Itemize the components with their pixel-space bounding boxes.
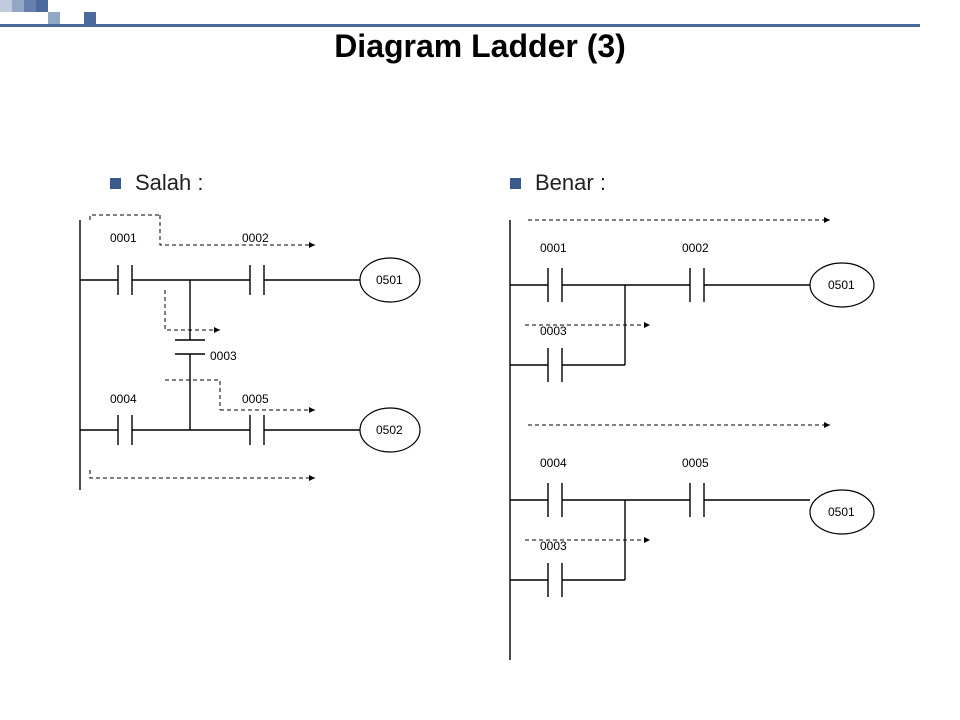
heading-benar: Benar :	[510, 170, 606, 196]
label-0502: 0502	[376, 423, 403, 437]
label-0501: 0501	[376, 273, 403, 287]
diagram-salah: 0001 0002 0501 0004 0005 0502	[60, 210, 460, 530]
label-r-0001: 0001	[540, 241, 567, 255]
diagram-benar: 0001 0002 0501 0003 0004 0005 0501	[490, 200, 910, 670]
label-r-0005: 0005	[682, 456, 709, 470]
heading-salah-text: Salah :	[135, 170, 204, 196]
bullet-icon	[510, 178, 521, 189]
label-0004: 0004	[110, 392, 137, 406]
heading-salah: Salah :	[110, 170, 204, 196]
label-r-0002: 0002	[682, 241, 709, 255]
bridge-0003: 0003	[175, 280, 237, 430]
rung-2: 0004 0005 0502	[80, 392, 420, 452]
rung-1: 0001 0002 0501	[80, 231, 420, 302]
bullet-icon	[110, 178, 121, 189]
label-r-0003a: 0003	[540, 324, 567, 338]
label-r-0501a: 0501	[828, 278, 855, 292]
label-0003: 0003	[210, 349, 237, 363]
page-title: Diagram Ladder (3)	[0, 28, 960, 65]
flow-arrows-r	[525, 220, 830, 540]
label-r-0501b: 0501	[828, 505, 855, 519]
heading-benar-text: Benar :	[535, 170, 606, 196]
flow-arrows	[90, 215, 315, 478]
label-r-0004: 0004	[540, 456, 567, 470]
label-r-0003b: 0003	[540, 539, 567, 553]
label-0001: 0001	[110, 231, 137, 245]
rung-b: 0004 0005 0501 0003	[510, 456, 874, 597]
rung-a: 0001 0002 0501 0003	[510, 241, 874, 382]
label-0002: 0002	[242, 231, 269, 245]
label-0005: 0005	[242, 392, 269, 406]
